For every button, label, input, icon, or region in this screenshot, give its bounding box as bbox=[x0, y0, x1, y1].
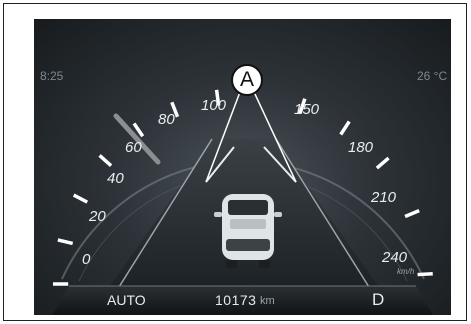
gauge-tick bbox=[57, 238, 74, 246]
speed-unit: km/h bbox=[397, 267, 415, 276]
figure-frame: 8:25 26 °C 0 20 40 60 80 100 150 180 210… bbox=[3, 3, 467, 321]
gauge-tick bbox=[72, 193, 89, 204]
speed-label-240: 240 bbox=[382, 249, 408, 266]
clock-readout: 8:25 bbox=[40, 69, 64, 83]
gauge-tick bbox=[98, 154, 113, 168]
speed-label-150: 150 bbox=[294, 101, 320, 118]
speed-label-60: 60 bbox=[125, 139, 142, 156]
speed-label-180: 180 bbox=[348, 139, 374, 156]
speed-label-20: 20 bbox=[89, 208, 106, 225]
drive-mode: AUTO bbox=[107, 292, 146, 308]
odometer-unit: km bbox=[260, 295, 275, 307]
gauge-tick bbox=[417, 271, 433, 277]
temperature-readout: 26 °C bbox=[417, 69, 448, 83]
gauge-tick bbox=[339, 120, 351, 136]
gear-indicator: D bbox=[372, 290, 385, 309]
odometer-value: 10173 bbox=[215, 292, 257, 308]
speed-label-80: 80 bbox=[158, 111, 175, 128]
gauge-tick bbox=[375, 156, 390, 170]
callout-marker: A bbox=[231, 64, 263, 96]
speed-label-100: 100 bbox=[201, 97, 227, 114]
instrument-cluster: 8:25 26 °C 0 20 40 60 80 100 150 180 210… bbox=[34, 19, 451, 315]
speed-label-40: 40 bbox=[107, 170, 124, 187]
speed-label-210: 210 bbox=[371, 189, 397, 206]
gauge-tick bbox=[404, 208, 420, 219]
speed-label-0: 0 bbox=[82, 251, 91, 268]
